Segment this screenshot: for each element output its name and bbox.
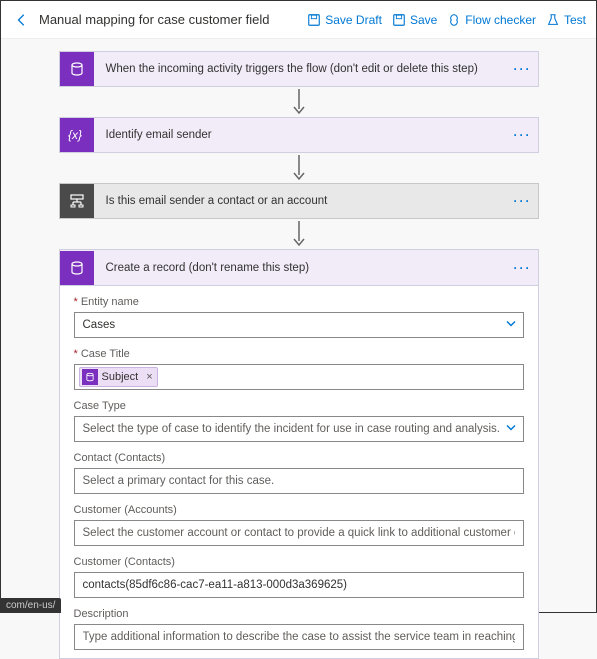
save-button[interactable]: Save [392,13,437,27]
contact-input[interactable]: Select a primary contact for this case. [74,468,524,494]
case-title-label: Case Title [74,348,524,360]
step-condition-title: Is this email sender a contact or an acc… [94,195,508,207]
flow-canvas: When the incoming activity triggers the … [1,39,596,659]
contact-label: Contact (Contacts) [74,452,524,464]
step-create-menu[interactable]: ··· [508,261,538,275]
step-trigger[interactable]: When the incoming activity triggers the … [59,51,539,87]
step-create-card: Create a record (don't rename this step)… [59,249,539,659]
database-icon [82,369,98,385]
step-trigger-title: When the incoming activity triggers the … [94,63,508,75]
back-button[interactable] [11,9,33,31]
test-label: Test [564,13,586,27]
flow-checker-icon [447,13,461,27]
remove-token-icon[interactable]: × [146,371,152,383]
step-create-header[interactable]: Create a record (don't rename this step)… [60,250,538,286]
step-condition-menu[interactable]: ··· [508,194,538,208]
case-title-input[interactable]: Subject × [74,364,524,390]
customer-contacts-input[interactable]: contacts(85df6c86-cac7-ea11-a813-000d3a3… [74,572,524,598]
connector-arrow [59,87,539,117]
test-button[interactable]: Test [546,13,586,27]
header-bar: Manual mapping for case customer field S… [1,1,596,39]
case-type-label: Case Type [74,400,524,412]
flask-icon [546,13,560,27]
chevron-down-icon [505,318,517,333]
save-label: Save [410,13,437,27]
entity-name-label: Entity name [74,296,524,308]
connector-arrow [59,219,539,249]
entity-name-select[interactable]: Cases [74,312,524,338]
condition-icon [60,184,94,218]
customer-accounts-input[interactable]: Select the customer account or contact t… [74,520,524,546]
variable-icon: {x} [60,118,94,152]
customer-accounts-placeholder: Select the customer account or contact t… [83,527,515,539]
save-draft-label: Save Draft [325,13,382,27]
svg-text:{x}: {x} [68,128,82,142]
step-identify[interactable]: {x} Identify email sender ··· [59,117,539,153]
subject-token[interactable]: Subject × [79,367,158,387]
save-icon [392,13,406,27]
entity-name-value: Cases [83,319,116,331]
description-label: Description [74,608,524,620]
description-placeholder: Type additional information to describe … [83,631,515,643]
arrow-left-icon [15,13,29,27]
step-condition[interactable]: Is this email sender a contact or an acc… [59,183,539,219]
flow-checker-button[interactable]: Flow checker [447,13,536,27]
customer-contacts-value: contacts(85df6c86-cac7-ea11-a813-000d3a3… [83,579,347,591]
save-draft-icon [307,13,321,27]
connector-arrow [59,153,539,183]
step-identify-menu[interactable]: ··· [508,128,538,142]
save-draft-button[interactable]: Save Draft [307,13,382,27]
contact-placeholder: Select a primary contact for this case. [83,475,275,487]
page-title: Manual mapping for case customer field [39,12,270,27]
database-icon [60,52,94,86]
case-type-placeholder: Select the type of case to identify the … [83,423,500,435]
customer-accounts-label: Customer (Accounts) [74,504,524,516]
step-create-title: Create a record (don't rename this step) [94,262,508,274]
chevron-down-icon [505,422,517,437]
description-input[interactable]: Type additional information to describe … [74,624,524,650]
customer-contacts-label: Customer (Contacts) [74,556,524,568]
step-identify-title: Identify email sender [94,129,508,141]
step-trigger-menu[interactable]: ··· [508,62,538,76]
flow-checker-label: Flow checker [465,13,536,27]
database-icon [60,251,94,285]
status-bar-fragment: com/en-us/ [0,598,61,613]
case-type-select[interactable]: Select the type of case to identify the … [74,416,524,442]
subject-token-label: Subject [102,371,139,383]
